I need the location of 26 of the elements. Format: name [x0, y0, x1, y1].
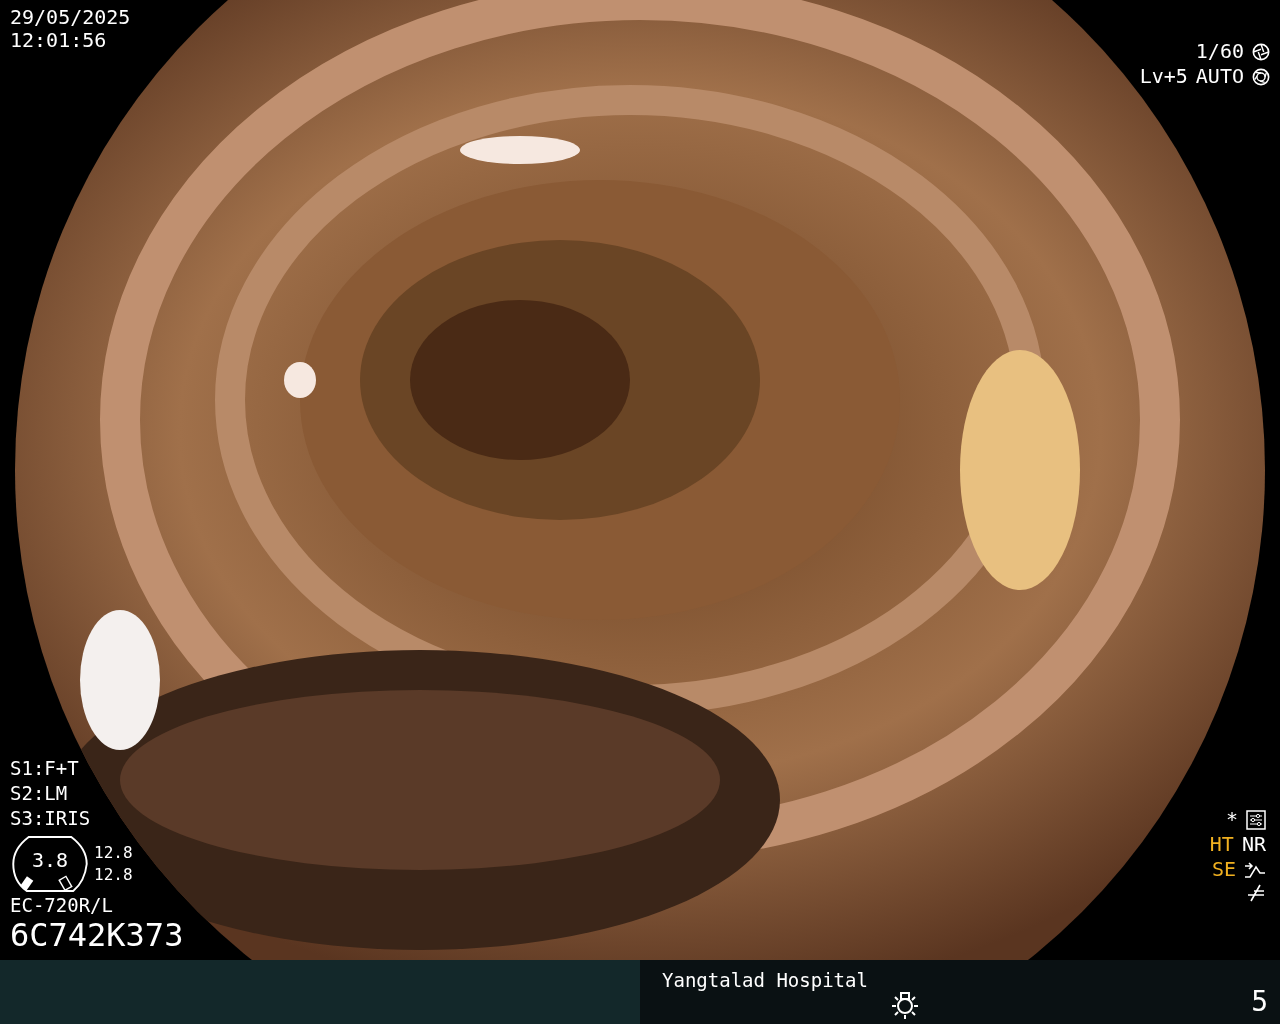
- iris-icon: [1252, 67, 1270, 86]
- scope-reading-text: 12.8: [94, 842, 133, 864]
- curve-icon: [1244, 860, 1266, 879]
- iris-mode-text: AUTO: [1195, 65, 1244, 88]
- sliders-icon: [1246, 809, 1266, 830]
- switch-assignment-text: S3:IRIS: [10, 806, 91, 831]
- enhance-mode-text: HT: [1209, 833, 1234, 856]
- hospital-name-text: Yangtalad Hospital: [662, 970, 868, 992]
- shutter-speed-text: 1/60: [1195, 40, 1244, 63]
- scope-reading-text: 12.8: [94, 864, 133, 886]
- light-bulb-icon: [890, 990, 920, 1020]
- enhance-mode-text: NR: [1241, 833, 1266, 856]
- aperture-icon: [1252, 42, 1270, 61]
- switch-assignment-text: S1:F+T: [10, 756, 79, 781]
- brightness-level-text: Lv+5: [1139, 65, 1188, 88]
- time-text: 12:01:56: [10, 29, 108, 52]
- scope-tip-icon: [10, 835, 90, 893]
- scope-model-text: EC-720R/L: [10, 895, 113, 917]
- switch-assignment-text: S2:LM: [10, 781, 68, 806]
- light-level-text: 5: [1251, 986, 1268, 1019]
- date-text: 29/05/2025: [10, 6, 131, 29]
- asterisk-text: *: [1225, 808, 1238, 831]
- enhance-mode-text: SE: [1211, 858, 1236, 881]
- slashed-line-icon: [1246, 883, 1266, 903]
- scope-serial-text: 6C742K373: [10, 916, 184, 953]
- channel-size-text: 3.8: [32, 849, 69, 872]
